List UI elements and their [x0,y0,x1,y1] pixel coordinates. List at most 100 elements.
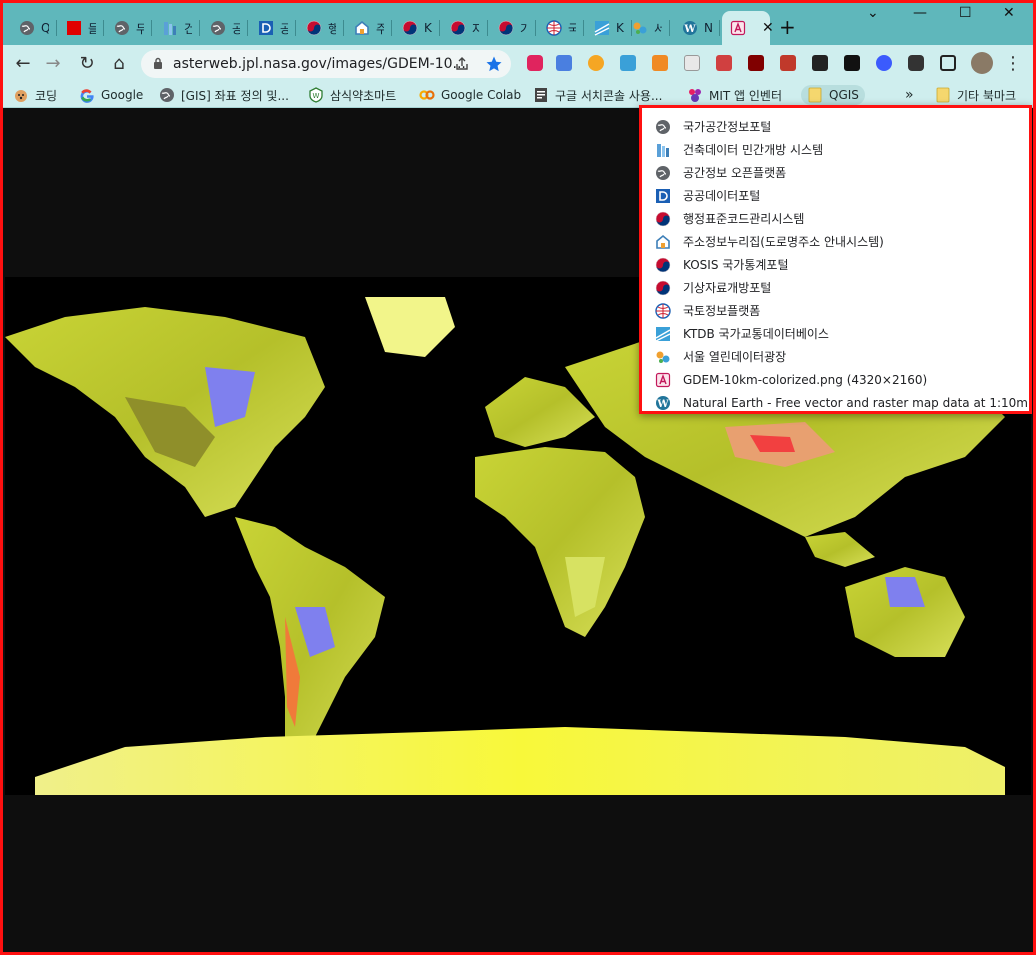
home-button[interactable]: ⌂ [107,51,131,75]
minimize-button[interactable]: — [913,5,927,21]
menu-kebab-icon[interactable]: ⋮ [1001,51,1025,75]
translate-extension-icon[interactable] [556,55,572,71]
colorzilla-extension-icon[interactable] [588,55,604,71]
bookmark-item[interactable]: [GIS] 좌표 정의 및... [159,85,289,105]
extensions-puzzle-icon[interactable] [908,55,924,71]
forward-button[interactable]: → [41,51,65,75]
address-bar[interactable]: asterweb.jpl.nasa.gov/images/GDEM-10... [141,50,511,78]
overflow-bookmark-item[interactable]: GDEM-10km-colorized.png (4320×2160) [642,368,1029,391]
side-panel-icon[interactable] [940,55,956,71]
tab[interactable]: ✕ [722,11,774,45]
overflow-bookmark-label: GDEM-10km-colorized.png (4320×2160) [683,372,928,387]
bookmark-label: Google Colab [441,88,522,102]
tab[interactable]: 주 [346,11,392,45]
bookmark-star-icon[interactable] [485,55,503,73]
tab[interactable]: 기 [490,11,536,45]
overflow-bookmark-item[interactable]: 주소정보누리집(도로명주소 안내시스템) [642,230,1029,253]
dark-extension-icon[interactable] [812,55,828,71]
bookmark-item[interactable]: Google [79,85,143,105]
tab-separator [343,20,344,36]
share-icon[interactable] [454,56,470,72]
kit-extension-icon[interactable] [780,55,796,71]
overflow-bookmark-item[interactable]: 공공데이터포털 [642,184,1029,207]
h-extension-icon[interactable] [844,55,860,71]
profile-avatar[interactable] [971,52,993,74]
bookmark-item[interactable]: 구글 서치콘솔 사용... [533,85,662,105]
bookmark-item[interactable]: MIT 앱 인벤터 [687,85,782,105]
tab[interactable]: 들 [58,11,104,45]
tab[interactable]: 공 [250,11,296,45]
bookmark-item[interactable]: 코딩 [13,85,57,105]
grid-extension-icon[interactable] [652,55,668,71]
taegeuk-icon [402,20,418,36]
tab[interactable]: 건 [154,11,200,45]
overflow-bookmark-item[interactable]: 국가공간정보포털 [642,115,1029,138]
bookmark-item[interactable]: QGIS [801,85,865,105]
bookmark-label: Google [101,88,144,102]
seoul-icon [655,349,671,365]
ublock-extension-icon[interactable] [748,55,764,71]
tab[interactable]: 국 [538,11,584,45]
tab-title: 기 [520,20,528,37]
smile-extension-icon[interactable] [876,55,892,71]
taegeuk-icon [655,257,671,273]
overflow-bookmark-item[interactable]: 건축데이터 민간개방 시스템 [642,138,1029,161]
dog-icon [13,87,29,103]
bookmark-item[interactable]: 기타 북마크 [935,85,1016,105]
globe-icon [210,20,226,36]
close-tab-icon[interactable]: ✕ [762,20,774,36]
reload-button[interactable]: ↻ [75,51,99,75]
tab-search-icon[interactable]: ⌄ [867,5,879,21]
back-button[interactable]: ← [11,51,35,75]
svg-text:W: W [683,24,696,35]
tab-separator [199,20,200,36]
tab-separator [295,20,296,36]
overflow-bookmark-label: 건축데이터 민간개방 시스템 [683,143,824,157]
globe-grid-icon [546,20,562,36]
tab[interactable]: 공 [202,11,248,45]
close-window-button[interactable]: ✕ [1003,5,1015,21]
globe-icon [655,119,671,135]
overflow-bookmark-label: 주소정보누리집(도로명주소 안내시스템) [683,235,884,249]
ktdb-icon [594,20,610,36]
tab-title: 건 [184,20,192,37]
browser-window: Q들두건공공행주K지기국K서WN✕ + ⌄ — ☐ ✕ ← → ↻ ⌂ aste… [0,0,1036,955]
tab-title: 공 [280,20,288,37]
pocket-extension-icon[interactable] [527,55,543,71]
tab[interactable]: 서 [624,11,670,45]
bookmarks-overflow-button[interactable]: » [905,85,914,105]
overflow-bookmark-item[interactable]: 행정표준코드관리시스템 [642,207,1029,230]
overflow-bookmark-item[interactable]: 공간정보 오픈플랫폼 [642,161,1029,184]
overflow-bookmark-item[interactable]: 국토정보플랫폼 [642,299,1029,322]
tab[interactable]: WN [674,11,720,45]
bookmark-label: 삼식약초마트 [330,88,397,103]
overflow-bookmark-item[interactable]: 기상자료개방포털 [642,276,1029,299]
bookmark-label: QGIS [829,88,859,102]
wordpress-icon: W [682,20,698,36]
globe-icon [159,87,175,103]
overflow-bookmark-item[interactable]: KOSIS 국가통계포털 [642,253,1029,276]
tab-separator [439,20,440,36]
tab-title: 주 [376,20,384,37]
tab-separator [247,20,248,36]
bookmark-item[interactable]: Google Colab [419,85,521,105]
overflow-bookmark-item[interactable]: KTDB 국가교통데이터베이스 [642,322,1029,345]
tab[interactable]: Q [11,11,57,45]
overflow-bookmark-label: 서울 열린데이터광장 [683,350,787,364]
house-icon [655,234,671,250]
tab[interactable]: 두 [106,11,152,45]
tab[interactable]: 지 [442,11,488,45]
tab-title: 서 [654,20,662,37]
overflow-bookmark-item[interactable]: W Natural Earth - Free vector and raster … [642,391,1029,414]
screenshot-extension-icon[interactable] [716,55,732,71]
bookmark-item[interactable]: W 삼식약초마트 [308,85,396,105]
tab[interactable]: 행 [298,11,344,45]
tab[interactable]: K [394,11,440,45]
overflow-bookmark-item[interactable]: 서울 열린데이터광장 [642,345,1029,368]
new-tab-button[interactable]: + [779,15,796,39]
lightbulb-extension-icon[interactable] [684,55,700,71]
drive-extension-icon[interactable] [620,55,636,71]
maximize-button[interactable]: ☐ [959,5,972,21]
overflow-bookmark-label: KOSIS 국가통계포털 [683,258,789,272]
globe-icon [114,20,130,36]
